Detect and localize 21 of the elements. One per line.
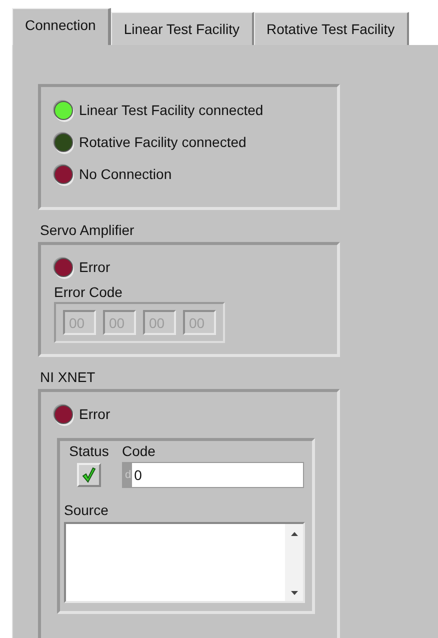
cluster-label: Servo Amplifier — [40, 222, 136, 240]
code-value: 0 — [133, 466, 143, 485]
led-label: Linear Test Facility connected — [79, 102, 264, 118]
tab[interactable]: Rotative Test Facility — [254, 12, 409, 45]
field-label: Status — [69, 443, 109, 459]
scroll-down-icon[interactable] — [290, 591, 298, 595]
field-label: Source — [64, 502, 110, 518]
checkmark-icon — [82, 467, 96, 483]
cluster-label: NI XNET — [40, 369, 96, 387]
field-label: Error Code — [54, 284, 124, 300]
scroll-up-icon[interactable] — [290, 532, 298, 536]
led-label: Error — [79, 259, 110, 275]
led-label: Error — [79, 406, 110, 422]
status-checkbox[interactable] — [77, 463, 101, 487]
tab[interactable]: Connection — [12, 8, 111, 45]
tab[interactable]: Linear Test Facility — [110, 12, 254, 45]
field-label: Code — [122, 443, 156, 459]
led-label: No Connection — [79, 166, 172, 182]
led-label: Rotative Facility connected — [79, 134, 246, 150]
scrollbar[interactable] — [285, 524, 303, 601]
source-field[interactable] — [64, 522, 305, 603]
